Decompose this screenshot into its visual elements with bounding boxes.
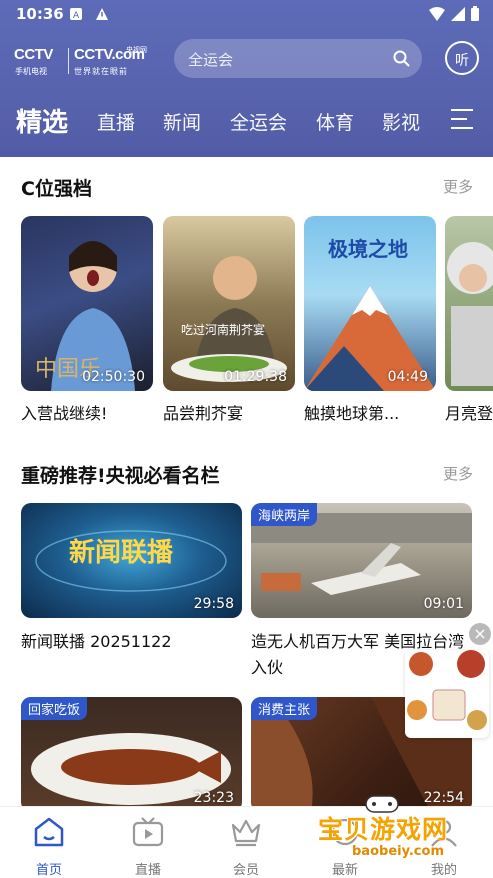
category-tag: 海峡两岸: [251, 503, 318, 526]
battery-icon: [471, 6, 479, 21]
watermark-url: baobeiy.com: [352, 844, 444, 859]
watermark: 宝贝游戏网 baobeiy.com: [318, 790, 468, 870]
search-bar[interactable]: 全运会: [174, 39, 422, 78]
warning-icon: [96, 8, 108, 20]
floating-ad-close-button[interactable]: ×: [469, 623, 491, 645]
section2-more-link[interactable]: 更多: [443, 463, 473, 484]
logo-divider: [68, 48, 69, 74]
bottom-nav-label: 会员: [232, 863, 259, 878]
status-right-icons: [429, 6, 479, 21]
logo-cctv-com-badge: 央视网: [126, 46, 147, 54]
bottom-nav-home[interactable]: 首页: [14, 815, 84, 878]
video-caption: 触摸地球第...: [304, 404, 400, 423]
video-caption: 入营战继续!: [21, 404, 108, 423]
svg-text:A: A: [73, 11, 80, 20]
section-title-c-position: C位强档: [21, 178, 92, 200]
status-time: 10:36: [16, 5, 64, 23]
channel-tabs: 精选 直播 新闻 全运会 体育 影视: [0, 100, 493, 140]
listen-label: 听: [455, 53, 469, 69]
floating-ad[interactable]: [405, 650, 489, 738]
food-ad-illustration: [407, 650, 487, 730]
tab-sports[interactable]: 体育: [316, 108, 354, 135]
video-card[interactable]: 月亮登: [445, 216, 493, 424]
app-screen: 10:36 A CCTV 手机电视 CCTV.com 央视网 世界就在眼前 全运…: [0, 0, 493, 878]
bottom-nav-vip[interactable]: 会员: [211, 815, 281, 878]
logo-cctv-com-sub: 世界就在眼前: [74, 67, 128, 76]
category-tag: 回家吃饭: [21, 697, 88, 720]
section-title-recommended: 重磅推荐!央视必看名栏: [21, 465, 220, 487]
video-duration: 29:58: [193, 596, 234, 612]
bottom-nav-label: 首页: [35, 863, 62, 878]
logo-cctv-mobile-sub: 手机电视: [15, 67, 47, 76]
video-duration: 01:29:38: [224, 369, 287, 385]
tv-icon: [132, 817, 164, 847]
chef-illustration: 吃过河南荆芥宴: [171, 256, 287, 382]
category-tag: 消费主张: [251, 697, 318, 720]
video-thumbnail: 吃过河南荆芥宴 01:29:38: [163, 216, 295, 391]
crown-icon: [231, 819, 261, 847]
tab-live[interactable]: 直播: [97, 108, 135, 135]
bottom-nav-label: 直播: [134, 863, 161, 878]
tab-news[interactable]: 新闻: [163, 108, 201, 135]
status-bar: 10:36 A: [0, 0, 493, 30]
video-duration: 23:23: [193, 790, 234, 806]
singer-illustration: 中国乐: [35, 241, 135, 391]
video-duration: 02:50:30: [82, 369, 145, 385]
ethnic-costume-illustration: [447, 242, 493, 386]
video-duration: 04:49: [387, 369, 428, 385]
video-caption: 品尝荆芥宴: [163, 404, 244, 423]
video-thumbnail: 中国乐 02:50:30: [21, 216, 153, 391]
overlay-text: 吃过河南荆芥宴: [181, 322, 265, 337]
notification-a-icon: A: [70, 8, 82, 20]
video-thumbnail: 回家吃饭 23:23: [21, 697, 242, 812]
overlay-text: 新闻联播: [69, 537, 174, 568]
mountain-illustration: 极境之地: [304, 237, 436, 391]
listen-button[interactable]: 听: [445, 41, 479, 75]
video-card[interactable]: 极境之地 04:49 触摸地球第...: [304, 216, 436, 424]
menu-icon[interactable]: [451, 109, 473, 129]
tab-film-tv[interactable]: 影视: [382, 108, 420, 135]
video-caption: 新闻联播 20251122: [21, 632, 172, 651]
tab-featured[interactable]: 精选: [16, 102, 68, 139]
cctv-logo: CCTV 手机电视 CCTV.com 央视网 世界就在眼前: [14, 44, 149, 78]
video-thumbnail: [445, 216, 493, 391]
wifi-icon: [429, 6, 445, 21]
video-thumbnail: 极境之地 04:49: [304, 216, 436, 391]
video-caption: 月亮登: [445, 404, 493, 423]
search-placeholder: 全运会: [188, 51, 234, 69]
watermark-text: 宝贝游戏网: [318, 815, 449, 844]
video-card-wide[interactable]: 新闻联播 29:58 新闻联播 20251122: [21, 503, 242, 655]
logo-cctv-mobile: CCTV: [14, 46, 53, 63]
video-card[interactable]: 吃过河南荆芥宴 01:29:38 品尝荆芥宴: [163, 216, 295, 424]
overlay-text: 极境之地: [328, 237, 408, 261]
bottom-nav-live[interactable]: 直播: [113, 815, 183, 878]
section1-more-link[interactable]: 更多: [443, 176, 473, 197]
top-header: 10:36 A CCTV 手机电视 CCTV.com 央视网 世界就在眼前 全运…: [0, 0, 493, 157]
signal-icon: [451, 6, 465, 21]
video-card-wide[interactable]: 回家吃饭 23:23: [21, 697, 242, 812]
video-duration: 09:01: [423, 596, 464, 612]
video-thumbnail: 海峡两岸 09:01: [251, 503, 472, 618]
video-thumbnail: 新闻联播 29:58: [21, 503, 242, 618]
tab-national-games[interactable]: 全运会: [230, 108, 287, 135]
search-icon[interactable]: [393, 50, 410, 67]
video-card[interactable]: 中国乐 02:50:30 入营战继续!: [21, 216, 153, 424]
home-icon: [34, 817, 64, 847]
